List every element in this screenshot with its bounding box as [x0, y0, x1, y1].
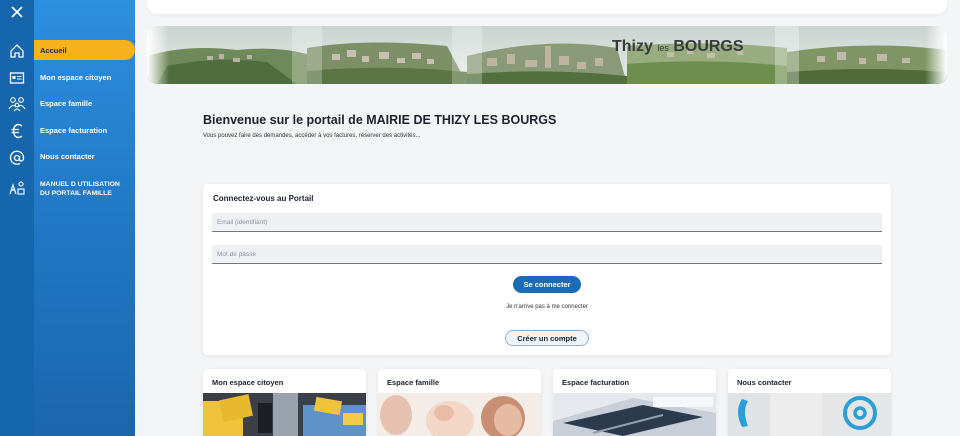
tile-title: Nous contacter	[737, 378, 792, 387]
login-help-link[interactable]: Je n'arrive pas à me connecter	[203, 304, 891, 310]
sidebar-item-label: Espace facturation	[40, 126, 108, 135]
login-card: Connectez-vous au Portail Email (identif…	[203, 184, 891, 355]
sidebar-item-espace-famille[interactable]: Espace famille	[34, 99, 135, 108]
sidebar-item-label: Espace famille	[40, 99, 93, 108]
town-logo: Thizy les BOURGS	[612, 38, 744, 56]
sidebar: Accueil Mon espace citoyen Espace famill…	[34, 0, 135, 436]
page-subtitle: Vous pouvez faire des demandes, accéder …	[203, 133, 421, 139]
email-field[interactable]: Email (identifiant)	[212, 213, 882, 232]
tile-image	[203, 393, 366, 436]
at-icon[interactable]	[5, 146, 29, 170]
tile-image	[378, 393, 541, 436]
sidebar-item-mon-espace-citoyen[interactable]: Mon espace citoyen	[34, 73, 135, 82]
logo-main-text: Thizy	[612, 38, 653, 55]
banner-panorama	[147, 26, 947, 84]
logo-small-text: les	[657, 43, 669, 53]
family-icon[interactable]	[5, 92, 29, 116]
sidebar-item-label: Nous contacter	[40, 152, 95, 161]
login-title: Connectez-vous au Portail	[213, 194, 314, 203]
sidebar-item-manuel[interactable]: MANUEL D UTILISATION DU PORTAIL FAMILLE	[34, 180, 135, 198]
page-title: Bienvenue sur le portail de MAIRIE DE TH…	[203, 113, 557, 127]
sidebar-item-label-line2: DU PORTAIL FAMILLE	[40, 190, 112, 197]
sidebar-item-label: Mon espace citoyen	[40, 73, 112, 82]
sidebar-item-label: MANUEL D UTILISATION	[40, 181, 120, 188]
tile-title: Mon espace citoyen	[212, 378, 284, 387]
sidebar-item-nous-contacter[interactable]: Nous contacter	[34, 152, 135, 161]
header-banner: Thizy les BOURGS	[147, 26, 947, 84]
connect-button[interactable]: Se connecter	[513, 276, 581, 293]
sidebar-item-accueil[interactable]: Accueil	[34, 40, 135, 60]
tile-image	[728, 393, 891, 436]
sidebar-item-espace-facturation[interactable]: Espace facturation	[34, 126, 135, 135]
home-icon[interactable]	[5, 39, 29, 63]
close-icon[interactable]	[5, 0, 29, 24]
tile-title: Espace famille	[387, 378, 440, 387]
tile-espace-facturation[interactable]: Espace facturation	[553, 369, 716, 436]
tile-image	[553, 393, 716, 436]
id-card-icon[interactable]	[5, 66, 29, 90]
logo-end-text: BOURGS	[673, 38, 744, 55]
top-bar	[147, 0, 947, 14]
icon-rail	[0, 0, 34, 436]
tile-nous-contacter[interactable]: Nous contacter	[728, 369, 891, 436]
password-field[interactable]: Mot de passe	[212, 245, 882, 264]
euro-icon[interactable]	[5, 119, 29, 143]
manual-icon[interactable]	[5, 176, 29, 200]
sidebar-item-label: Accueil	[40, 45, 67, 55]
tile-mon-espace-citoyen[interactable]: Mon espace citoyen	[203, 369, 366, 436]
create-account-button[interactable]: Créer un compte	[505, 330, 589, 346]
app-window: Accueil Mon espace citoyen Espace famill…	[0, 0, 960, 436]
tile-espace-famille[interactable]: Espace famille	[378, 369, 541, 436]
tile-title: Espace facturation	[562, 378, 630, 387]
